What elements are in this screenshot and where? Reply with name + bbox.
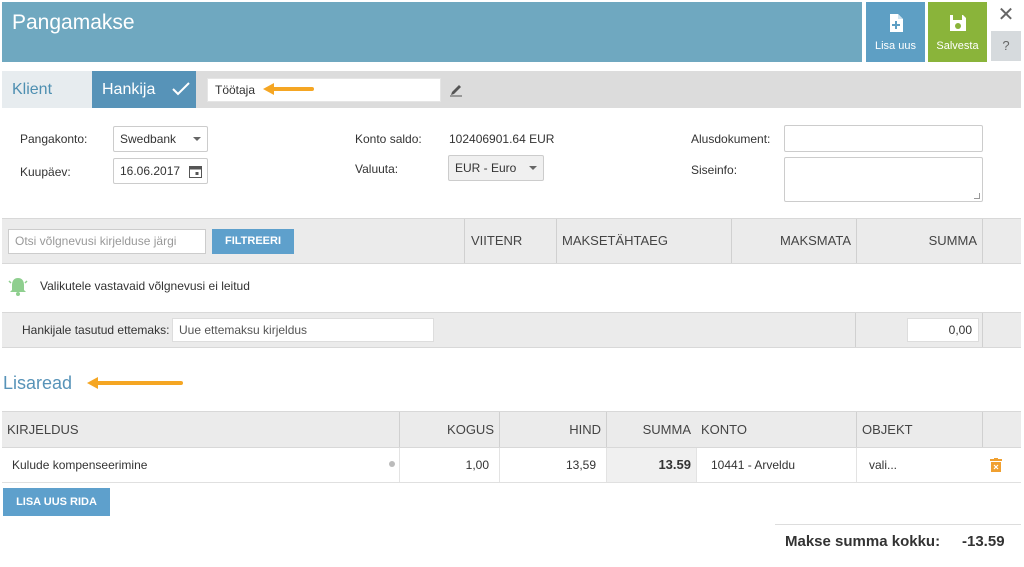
party-type-bar: Klient Hankija Töötaja	[2, 71, 1021, 108]
chevron-down-icon	[193, 137, 201, 141]
divider	[775, 524, 1021, 525]
prepayment-bar: Hankijale tasutud ettemaks: Uue ettemaks…	[2, 312, 1021, 348]
total-value: -13.59	[962, 533, 1005, 550]
save-label: Salvesta	[936, 40, 979, 52]
bell-icon	[8, 278, 28, 296]
close-icon[interactable]: ✕	[996, 4, 1016, 26]
balance-label: Konto saldo:	[355, 132, 422, 146]
column-due-date[interactable]: MAKSETÄHTAEG	[556, 219, 731, 263]
pencil-icon[interactable]	[449, 83, 463, 97]
lines-table-header: KIRJELDUS KOGUS HIND SUMMA KONTO OBJEKT	[2, 411, 1021, 448]
document-plus-icon	[889, 14, 903, 32]
floppy-disk-icon	[949, 15, 966, 31]
save-button[interactable]: Salvesta	[928, 2, 987, 62]
prepayment-description-input[interactable]: Uue ettemaksu kirjeldus	[172, 318, 434, 342]
column-delete	[982, 412, 1021, 447]
add-new-label: Lisa uus	[875, 40, 916, 52]
currency-select[interactable]: EUR - Euro	[448, 155, 544, 181]
debts-table-header: Otsi võlgnevusi kirjelduse järgi FILTREE…	[2, 218, 1021, 264]
status-dot-icon	[389, 461, 395, 467]
line-price-input[interactable]: 13,59	[499, 448, 606, 482]
no-debts-message: Valikutele vastavaid võlgnevusi ei leitu…	[40, 279, 250, 293]
column-description[interactable]: KIRJELDUS	[2, 412, 399, 447]
column-divider	[982, 313, 983, 347]
debt-search-input[interactable]: Otsi võlgnevusi kirjelduse järgi	[8, 229, 206, 254]
add-row-button[interactable]: LISA UUS RIDA	[3, 488, 110, 516]
resize-handle[interactable]	[974, 193, 980, 199]
line-description-value: Kulude kompenseerimine	[12, 458, 148, 472]
filter-button[interactable]: FILTREERI	[212, 229, 294, 254]
bank-account-value: Swedbank	[120, 132, 177, 146]
currency-value: EUR - Euro	[455, 161, 517, 175]
arrow-left-icon	[263, 83, 314, 95]
date-field[interactable]: 16.06.2017	[113, 158, 208, 184]
column-reference-number[interactable]: VIITENR	[464, 219, 556, 263]
column-unpaid[interactable]: MAKSMATA	[731, 219, 856, 263]
line-sum-value: 13.59	[606, 448, 696, 482]
base-document-input[interactable]	[784, 125, 983, 152]
table-row: Kulude kompenseerimine 1,00 13,59 13.59 …	[2, 448, 1021, 483]
internal-info-label: Siseinfo:	[691, 163, 738, 177]
base-document-label: Alusdokument:	[691, 132, 771, 146]
column-line-sum[interactable]: SUMMA	[606, 412, 696, 447]
chevron-down-icon	[529, 166, 537, 170]
column-divider	[855, 313, 856, 347]
line-description-input[interactable]: Kulude kompenseerimine	[2, 448, 399, 482]
help-button[interactable]: ?	[991, 31, 1021, 61]
column-quantity[interactable]: KOGUS	[399, 412, 499, 447]
tab-client[interactable]: Klient	[2, 71, 92, 108]
column-price[interactable]: HIND	[499, 412, 606, 447]
add-new-button[interactable]: Lisa uus	[866, 2, 925, 62]
total-label: Makse summa kokku:	[785, 533, 941, 550]
calendar-icon[interactable]	[189, 165, 202, 178]
balance-value: 102406901.64 EUR	[449, 132, 555, 146]
page-title: Pangamakse	[12, 11, 135, 34]
column-sum[interactable]: SUMMA	[856, 219, 982, 263]
column-object[interactable]: OBJEKT	[856, 412, 982, 447]
bank-account-label: Pangakonto:	[20, 132, 88, 146]
tab-supplier[interactable]: Hankija	[92, 71, 196, 108]
date-label: Kuupäev:	[20, 165, 71, 179]
trash-icon[interactable]	[990, 458, 1002, 472]
party-input[interactable]: Töötaja	[207, 78, 441, 102]
date-value: 16.06.2017	[120, 164, 181, 178]
arrow-left-icon	[87, 377, 183, 389]
line-object-select[interactable]: vali...	[856, 448, 982, 482]
prepayment-amount-input[interactable]: 0,00	[907, 318, 979, 342]
column-account[interactable]: KONTO	[696, 412, 856, 447]
checkmark-icon	[172, 82, 190, 96]
tab-supplier-label: Hankija	[102, 81, 156, 98]
currency-label: Valuuta:	[355, 162, 399, 176]
line-quantity-input[interactable]: 1,00	[399, 448, 499, 482]
bank-account-select[interactable]: Swedbank	[113, 126, 208, 152]
internal-info-textarea[interactable]	[784, 157, 983, 202]
column-actions	[982, 219, 1021, 263]
additional-lines-title: Lisaread	[3, 373, 73, 393]
line-account-select[interactable]: 10441 - Arveldu	[696, 448, 856, 482]
prepayment-label: Hankijale tasutud ettemaks:	[22, 323, 170, 337]
header-bar: Pangamakse	[2, 2, 862, 62]
